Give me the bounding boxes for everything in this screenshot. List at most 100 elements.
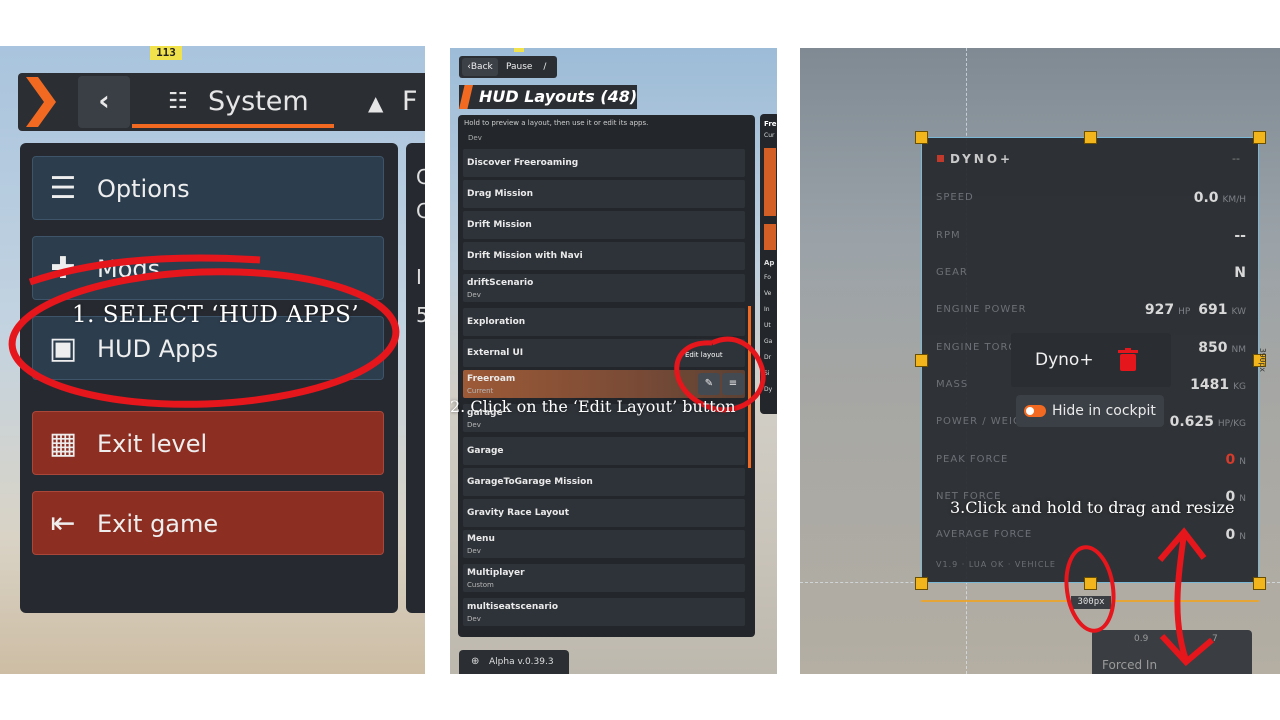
version-text: Alpha v.0.39.3 bbox=[489, 657, 554, 667]
dyno-value: 0N bbox=[1226, 527, 1246, 543]
dyno-unit: NM bbox=[1231, 345, 1247, 355]
layout-tag: Dev bbox=[467, 291, 481, 299]
scrollbar[interactable] bbox=[748, 306, 751, 468]
pencil-icon: ✎ bbox=[704, 378, 714, 389]
detail-title: Fre bbox=[764, 120, 777, 128]
step-2-annotation: 2. Click on the ‘Edit Layout’ button bbox=[450, 397, 736, 416]
layout-name: Freeroam bbox=[467, 374, 516, 384]
resize-handle-bottom-right[interactable] bbox=[1253, 577, 1266, 590]
resize-handle-top-left[interactable] bbox=[915, 131, 928, 144]
list-icon: ≡ bbox=[728, 378, 738, 389]
fps-counter bbox=[514, 48, 524, 52]
dyno-value-number: -- bbox=[1234, 228, 1246, 244]
detail-preview bbox=[764, 148, 776, 216]
dyno-unit: N bbox=[1239, 532, 1246, 542]
toggle-switch[interactable] bbox=[1024, 405, 1046, 417]
layout-row[interactable]: Gravity Race Layout bbox=[463, 499, 745, 527]
page-title-bar: HUD Layouts (48) bbox=[459, 85, 637, 109]
layout-tag: Dev bbox=[467, 547, 481, 555]
pause-button[interactable]: Pause / bbox=[506, 58, 546, 76]
layout-name: External UI bbox=[467, 348, 524, 358]
status-dot bbox=[937, 155, 944, 162]
resize-handle-top[interactable] bbox=[1084, 131, 1097, 144]
layout-name: Exploration bbox=[467, 317, 526, 327]
back-label: Back bbox=[470, 62, 493, 72]
layout-name: Multiplayer bbox=[467, 568, 525, 578]
detail-section: Ap bbox=[764, 259, 775, 267]
layout-row[interactable]: Drag Mission bbox=[463, 180, 745, 208]
widget-footer: V1.9 · LUA OK · VEHICLE bbox=[936, 560, 1056, 569]
dyno-value-number: 0.625 bbox=[1169, 414, 1214, 430]
page-title: HUD Layouts (48) bbox=[479, 87, 638, 106]
resize-handle-top-right[interactable] bbox=[1253, 131, 1266, 144]
layout-name: Menu bbox=[467, 534, 495, 544]
dyno-value: 0.0 KM/H bbox=[1194, 190, 1246, 206]
detail-item: Ga bbox=[764, 338, 773, 345]
background-app: 0.9 7 Forced In bbox=[1092, 630, 1252, 674]
back-button[interactable]: ‹Back bbox=[462, 58, 498, 76]
layout-name: Gravity Race Layout bbox=[467, 508, 570, 518]
dyno-label: RPM bbox=[936, 230, 961, 241]
layout-name: Drift Mission bbox=[467, 220, 532, 230]
layout-name: Drift Mission with Navi bbox=[467, 251, 583, 261]
step-3-annotation: 3.Click and hold to drag and resize bbox=[950, 498, 1235, 517]
dyno-value: 0N bbox=[1226, 452, 1246, 468]
height-label: 390px bbox=[1258, 348, 1267, 373]
resize-handle-bottom[interactable] bbox=[1084, 577, 1097, 590]
layout-row[interactable]: Exploration bbox=[463, 308, 745, 336]
dyno-unit: KG bbox=[1233, 382, 1246, 392]
dyno-unit: KM/H bbox=[1222, 195, 1246, 205]
dyno-value: 1481 KG bbox=[1190, 377, 1246, 393]
dyno-value-number: 927 bbox=[1144, 302, 1175, 318]
detail-item: Fo bbox=[764, 274, 771, 281]
layout-row[interactable]: multiseatscenario Dev bbox=[463, 598, 745, 626]
dyno-value-number: 850 bbox=[1198, 340, 1228, 356]
layout-tag: Dev bbox=[467, 421, 481, 429]
layout-row[interactable]: GarageToGarage Mission bbox=[463, 468, 745, 496]
dyno-value-number: 1481 bbox=[1190, 377, 1230, 393]
edit-layout-tooltip: Edit layout bbox=[685, 351, 723, 359]
layout-row[interactable]: Drift Mission bbox=[463, 211, 745, 239]
app-name: Dyno+ bbox=[1035, 350, 1094, 370]
dyno-value: 0.625 HP/KG bbox=[1170, 414, 1246, 430]
widget-title: DYNO+ bbox=[950, 152, 1014, 166]
dyno-value: -- bbox=[1234, 228, 1246, 244]
dyno-unit: HP bbox=[1178, 307, 1191, 317]
layout-name: Discover Freeroaming bbox=[467, 158, 579, 168]
hud-layouts-screenshot: ‹Back Pause / HUD Layouts (48) Hold to p… bbox=[450, 48, 777, 674]
resize-handle-bottom-left[interactable] bbox=[915, 577, 928, 590]
layout-tag: Custom bbox=[467, 581, 494, 589]
layout-row[interactable]: Menu Dev bbox=[463, 530, 745, 558]
dyno-value: 850 NM bbox=[1198, 340, 1246, 356]
hide-in-cockpit-label: Hide in cockpit bbox=[1052, 403, 1156, 419]
background-app-value: 0.9 bbox=[1134, 634, 1149, 644]
dyno-unit: HP/KG bbox=[1217, 419, 1246, 429]
dyno-value-number: N bbox=[1234, 265, 1246, 281]
hide-in-cockpit-toggle[interactable]: Hide in cockpit bbox=[1016, 395, 1164, 427]
dyno-label: SPEED bbox=[936, 192, 974, 203]
hint-sub: Dev bbox=[468, 134, 482, 142]
layout-name: Drag Mission bbox=[467, 189, 533, 199]
layout-row[interactable]: Drift Mission with Navi bbox=[463, 242, 745, 270]
layout-row[interactable]: Multiplayer Custom bbox=[463, 564, 745, 592]
layout-row[interactable]: Garage bbox=[463, 437, 745, 465]
hint-text: Hold to preview a layout, then use it or… bbox=[464, 119, 649, 127]
layout-row[interactable]: Discover Freeroaming bbox=[463, 149, 745, 177]
widget-title-right: -- bbox=[1232, 152, 1240, 165]
detail-item: Ve bbox=[764, 290, 772, 297]
dyno-value-number: 0 bbox=[1225, 452, 1236, 468]
accent-stripe bbox=[459, 85, 473, 109]
edit-layout-button[interactable]: ✎ bbox=[698, 373, 720, 395]
dyno-label: AVERAGE FORCE bbox=[936, 529, 1033, 540]
detail-item: Ut bbox=[764, 322, 771, 329]
layout-detail-panel: Fre Cur Ap Fo Ve In Ut Ga Dr Si Dy bbox=[760, 114, 777, 414]
dyno-unit: N bbox=[1239, 457, 1246, 467]
dyno-value-number: 691 bbox=[1198, 302, 1228, 318]
trash-icon[interactable] bbox=[1117, 348, 1139, 372]
dyno-unit: KW bbox=[1231, 307, 1246, 317]
layout-row[interactable]: driftScenario Dev bbox=[463, 274, 745, 302]
layout-tag: Dev bbox=[467, 615, 481, 623]
resize-handle-left[interactable] bbox=[915, 354, 928, 367]
system-menu-screenshot: 113 ‹ ☷ System ▲ F C C I 5 ☰ Options ✚ M… bbox=[0, 46, 425, 674]
layout-apps-button[interactable]: ≡ bbox=[722, 373, 744, 395]
